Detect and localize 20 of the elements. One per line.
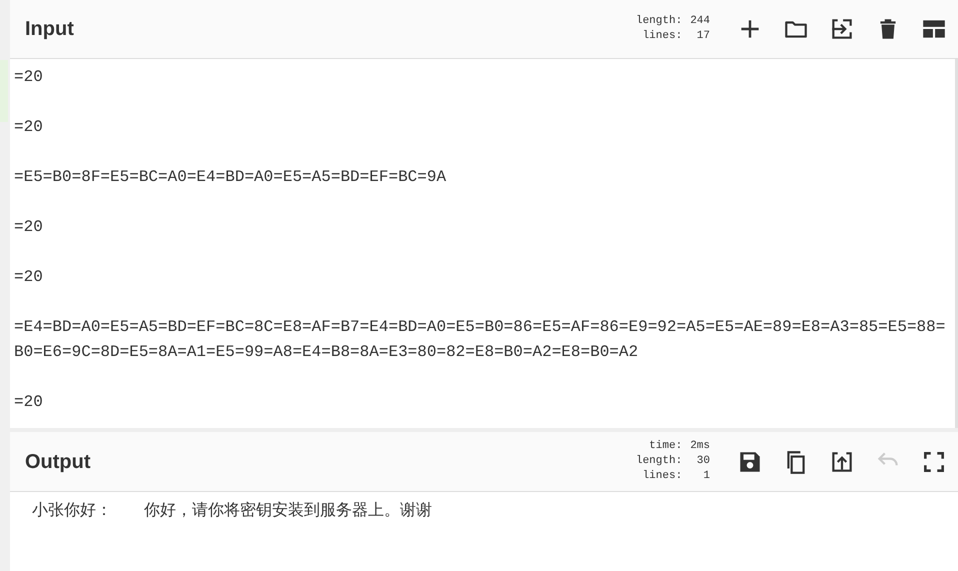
- stat-value: 30: [696, 454, 710, 469]
- stat-label: time:: [648, 439, 682, 454]
- input-line: =E4=BD=A0=E5=A5=BD=EF=BC=8C=E8=AF=B7=E4=BD=A0=E5=B0=86=E5=AF=86=E9=92=A5=E5=AE=89=E8=A3=85=E5=88=B0=E6=9C=8D=E5=8A=A1=E5=99=A8=E4=B8=8A=E3=80=82=E8=B0=A2=E8=B0=A2: [14, 317, 946, 363]
- stat-label: length:: [636, 454, 682, 469]
- output-text: 小张你好： 你好，请你将密钥安装到服务器上。谢谢: [32, 499, 433, 521]
- input-line: =20: [14, 117, 44, 138]
- input-line: =20: [14, 217, 44, 238]
- stat-value: 17: [696, 29, 710, 44]
- stat-value: 1: [702, 469, 710, 484]
- input-line: =20: [14, 267, 44, 288]
- panel-title: Input: [25, 17, 75, 42]
- stat-label: lines:: [642, 29, 682, 44]
- panel-title: Output: [25, 450, 92, 474]
- stat-label: lines:: [642, 469, 682, 484]
- stat-label: length:: [636, 14, 682, 29]
- input-line: =E5=B0=8F=E5=BC=A0=E4=BD=A0=E5=A5=BD=EF=BC=9A: [14, 167, 448, 188]
- input-line: =20: [14, 67, 44, 88]
- input-line: =20: [14, 392, 44, 413]
- stat-value: 2ms: [690, 439, 710, 454]
- stat-value: 244: [690, 14, 710, 29]
